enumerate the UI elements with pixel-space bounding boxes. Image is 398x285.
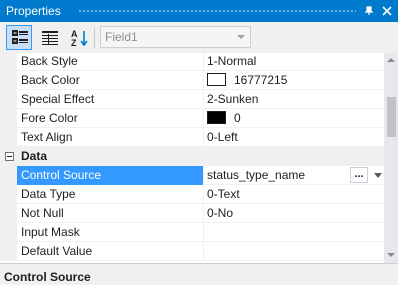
categorized-button[interactable] [6, 25, 32, 50]
close-icon[interactable] [380, 4, 394, 18]
scroll-down-icon[interactable] [387, 253, 395, 257]
property-row[interactable]: Default Value [0, 242, 384, 261]
property-value[interactable]: 0 [204, 109, 384, 128]
property-name: Data Type [21, 187, 76, 201]
property-pages-button[interactable] [36, 25, 62, 50]
property-value[interactable]: 1-Normal [204, 53, 384, 71]
property-value[interactable] [204, 223, 384, 242]
property-name: Default Value [21, 244, 93, 258]
property-value[interactable]: 0-No [204, 204, 384, 223]
property-row-selected[interactable]: Control Source status_type_name ... [0, 166, 384, 185]
toolbar-separator [94, 28, 95, 48]
property-grid: Back Style 1-Normal Back Color 16777215 … [0, 53, 384, 263]
property-value[interactable]: 2-Sunken [204, 90, 384, 109]
property-row[interactable]: Special Effect 2-Sunken [0, 90, 384, 109]
property-value[interactable]: 0-Text [204, 185, 384, 204]
object-selector[interactable]: Field1 [100, 26, 251, 48]
property-pages-icon [42, 31, 58, 45]
property-name: Fore Color [21, 111, 78, 125]
property-name: Input Mask [21, 225, 80, 239]
property-row[interactable]: Not Null 0-No [0, 204, 384, 223]
category-data[interactable]: Data [0, 147, 384, 166]
property-value[interactable]: 16777215 [204, 71, 384, 90]
title-grip[interactable] [78, 8, 356, 14]
property-name: Back Style [21, 54, 78, 68]
alphabetical-button[interactable]: A Z [66, 25, 92, 50]
pin-icon[interactable] [362, 4, 376, 18]
color-swatch [207, 73, 226, 86]
property-name: Not Null [21, 206, 64, 220]
svg-text:Z: Z [71, 38, 77, 48]
collapse-icon[interactable] [5, 152, 14, 161]
object-selector-value: Field1 [105, 30, 138, 44]
property-row[interactable]: Text Align 0-Left [0, 128, 384, 147]
property-value[interactable] [204, 242, 384, 261]
property-row[interactable]: Input Mask [0, 223, 384, 242]
scroll-thumb[interactable] [387, 97, 396, 137]
property-value[interactable]: 0-Left [204, 128, 384, 147]
title-bar: Properties [0, 0, 398, 22]
property-name: Back Color [21, 73, 80, 87]
vertical-scrollbar[interactable] [384, 53, 398, 263]
categorized-icon [12, 30, 28, 44]
property-value-input[interactable]: status_type_name ... [204, 166, 384, 185]
property-name: Special Effect [21, 92, 95, 106]
chevron-down-icon[interactable] [374, 173, 382, 178]
property-row[interactable]: Back Color 16777215 [0, 71, 384, 90]
scroll-up-icon[interactable] [387, 58, 395, 62]
toolbar: A Z Field1 [0, 22, 398, 53]
alphabetical-icon: A Z [71, 29, 88, 48]
property-row[interactable]: Fore Color 0 [0, 109, 384, 128]
chevron-down-icon [237, 35, 245, 39]
category-label: Data [21, 149, 48, 163]
ellipsis-button[interactable]: ... [350, 167, 368, 183]
description-title: Control Source [4, 270, 91, 284]
window-title: Properties [6, 4, 61, 18]
property-row[interactable]: Data Type 0-Text [0, 185, 384, 204]
property-name: Control Source [17, 166, 203, 185]
property-name: Text Align [21, 130, 73, 144]
color-swatch [207, 111, 226, 124]
description-pane: Control Source [0, 263, 398, 285]
property-row[interactable]: Back Style 1-Normal [0, 53, 384, 71]
